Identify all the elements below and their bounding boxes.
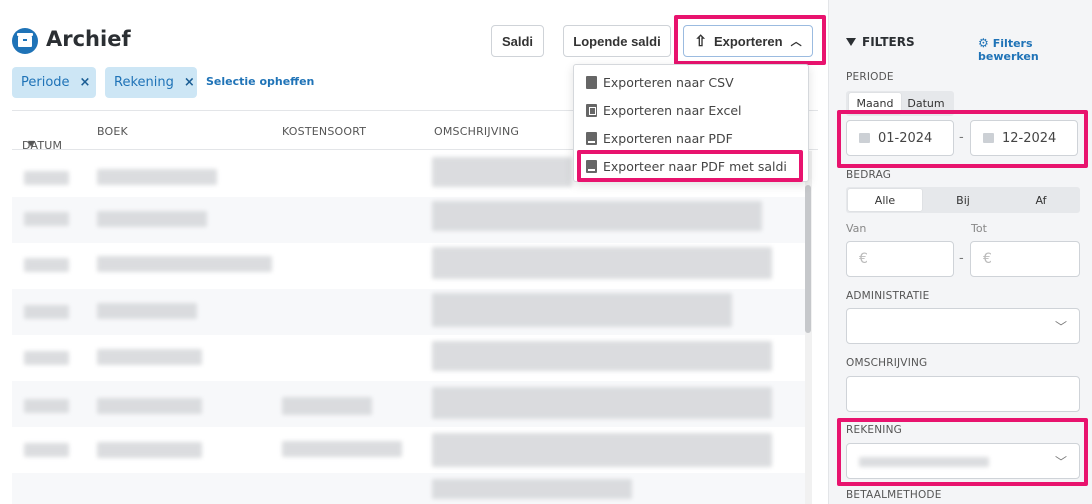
pdf-icon — [586, 131, 597, 145]
administratie-select[interactable]: ﹀ — [846, 308, 1080, 344]
periode-separator: - — [959, 130, 964, 145]
bedrag-van-input[interactable]: € — [846, 241, 954, 277]
funnel-icon — [846, 38, 856, 46]
bedrag-af[interactable]: Af — [1004, 189, 1078, 211]
export-button[interactable]: ⇧ Exporteren ︿ — [683, 25, 813, 57]
periode-from-field[interactable]: 01-2024 — [846, 120, 954, 156]
edit-filters-link[interactable]: ⚙ Filters bewerken — [978, 36, 1092, 63]
remove-icon[interactable]: × — [184, 75, 195, 90]
chip-periode-label: Periode — [21, 75, 70, 90]
export-menu: Exporteren naar CSV Exporteren naar Exce… — [573, 64, 809, 182]
upload-icon: ⇧ — [694, 32, 707, 50]
omschrijving-label: OMSCHRIJVING — [846, 357, 928, 369]
calendar-icon — [859, 133, 870, 143]
chip-rekening-label: Rekening — [114, 75, 174, 90]
chevron-down-icon: ﹀ — [1054, 455, 1067, 469]
archive-icon — [12, 28, 38, 54]
bedrag-bij[interactable]: Bij — [926, 189, 1000, 211]
chip-periode[interactable]: Periode × — [12, 67, 96, 98]
lopende-saldi-button[interactable]: Lopende saldi — [563, 25, 671, 57]
export-button-label: Exporteren — [713, 33, 783, 49]
chip-rekening[interactable]: Rekening × — [105, 67, 197, 98]
column-header-boek[interactable]: BOEK — [97, 125, 128, 138]
betaalmethode-label: BETAALMETHODE — [846, 489, 942, 501]
bedrag-tot-input[interactable]: € — [970, 241, 1080, 277]
tab-datum[interactable]: Datum — [901, 93, 951, 114]
table-row[interactable] — [12, 427, 805, 473]
export-csv-item[interactable]: Exporteren naar CSV — [574, 68, 810, 96]
document-icon — [586, 75, 597, 89]
tot-label: Tot — [971, 222, 987, 235]
tab-maand[interactable]: Maand — [849, 93, 901, 114]
filters-title: FILTERS — [846, 35, 915, 49]
bedrag-label: BEDRAG — [846, 169, 892, 181]
rekening-label: REKENING — [846, 424, 902, 436]
saldi-button[interactable]: Saldi — [491, 25, 544, 57]
table-row[interactable] — [12, 243, 805, 289]
periode-toggle: Maand Datum — [846, 91, 954, 116]
table-row[interactable] — [12, 197, 805, 243]
chevron-down-icon: ﹀ — [1054, 320, 1067, 334]
column-header-omschrijving[interactable]: OMSCHRIJVING — [434, 125, 519, 138]
rekening-select[interactable]: ﹀ — [846, 443, 1080, 479]
periode-label: PERIODE — [846, 71, 894, 83]
export-pdf-saldi-item[interactable]: Exporteer naar PDF met saldi — [574, 152, 810, 180]
rekening-value — [859, 457, 989, 467]
omschrijving-input[interactable] — [846, 376, 1080, 412]
bedrag-alle[interactable]: Alle — [848, 189, 922, 211]
excel-icon — [586, 103, 597, 117]
table-body — [12, 151, 805, 504]
bedrag-separator: - — [959, 251, 964, 266]
table-row[interactable] — [12, 381, 805, 427]
periode-to-field[interactable]: 12-2024 — [970, 120, 1078, 156]
page-title: Archief — [46, 27, 131, 51]
chevron-up-icon: ︿ — [790, 36, 802, 48]
column-header-kostensoort[interactable]: KOSTENSOORT — [282, 125, 366, 138]
table-row[interactable] — [12, 289, 805, 335]
table-scrollbar-thumb[interactable] — [805, 185, 811, 333]
sort-down-icon[interactable]: ▼ — [28, 139, 34, 148]
calendar-icon — [983, 133, 994, 143]
gear-icon: ⚙ — [978, 36, 989, 50]
van-label: Van — [846, 222, 867, 235]
table-row[interactable] — [12, 335, 805, 381]
export-pdf-item[interactable]: Exporteren naar PDF — [574, 124, 810, 152]
bedrag-toggle: Alle Bij Af — [846, 187, 1080, 213]
table-row[interactable] — [12, 473, 805, 504]
clear-selection-link[interactable]: Selectie opheffen — [206, 75, 314, 88]
remove-icon[interactable]: × — [80, 75, 91, 90]
administratie-label: ADMINISTRATIE — [846, 290, 930, 302]
pdf-icon — [586, 159, 597, 173]
export-excel-item[interactable]: Exporteren naar Excel — [574, 96, 810, 124]
